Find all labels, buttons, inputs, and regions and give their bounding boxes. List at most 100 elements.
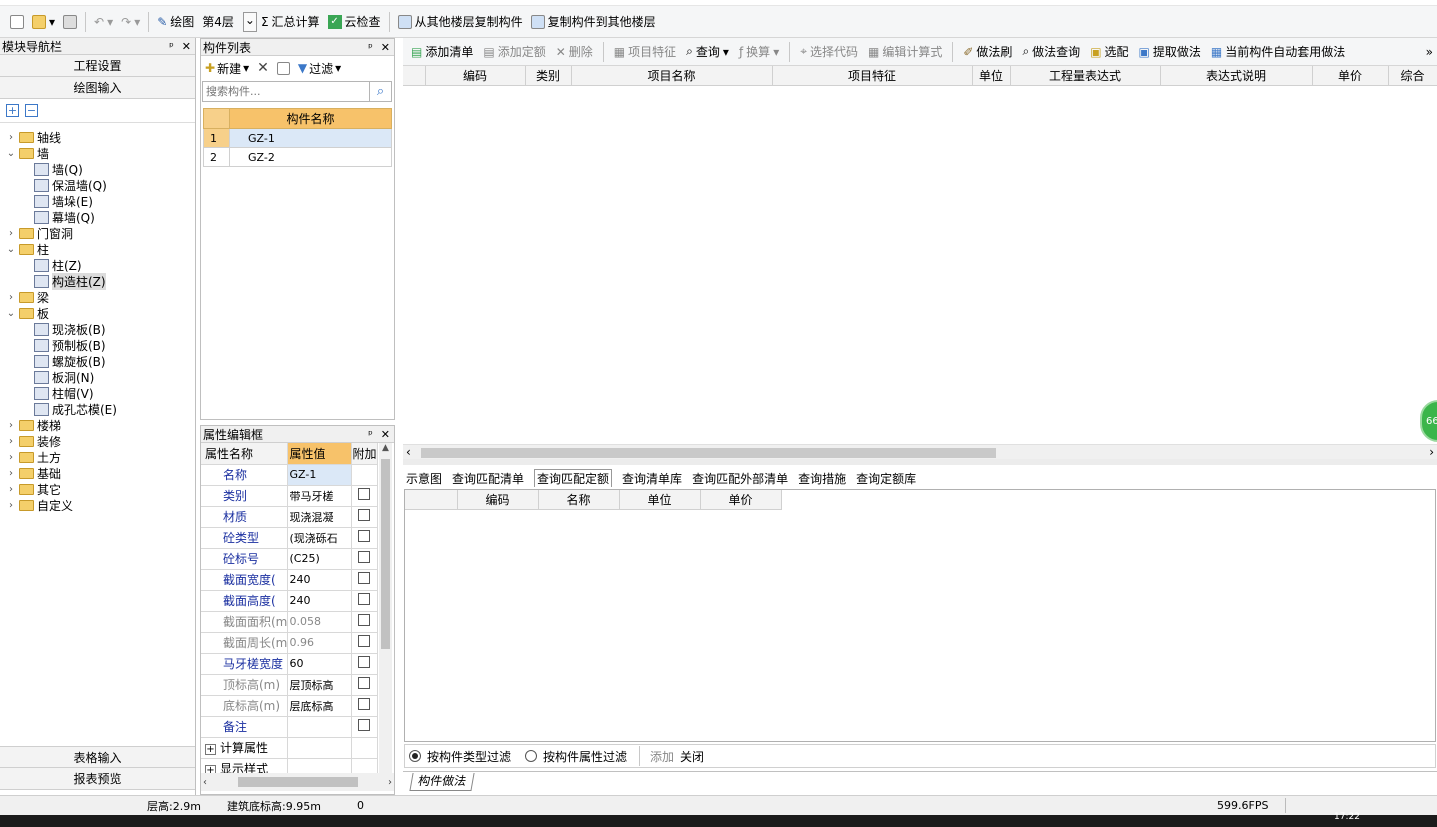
chevron-right-icon[interactable]: › xyxy=(6,228,16,239)
scroll-left-icon[interactable]: ‹ xyxy=(406,445,411,459)
checkbox[interactable] xyxy=(358,698,370,710)
property-value[interactable]: 240 xyxy=(287,569,352,591)
property-row[interactable]: 砼标号 (C25) xyxy=(201,548,378,570)
chevron-right-icon[interactable]: › xyxy=(6,420,16,431)
checkbox[interactable] xyxy=(358,656,370,668)
checkbox[interactable] xyxy=(358,677,370,689)
property-row[interactable]: 截面宽度(240 xyxy=(201,569,378,591)
splitter[interactable] xyxy=(403,459,1437,465)
property-value[interactable] xyxy=(287,758,352,773)
property-row[interactable]: 截面面积(m 0.058 xyxy=(201,611,378,633)
checkbox[interactable] xyxy=(358,635,370,647)
scroll-thumb[interactable] xyxy=(381,459,390,649)
extract-method-button[interactable]: ▣ 提取做法 xyxy=(1135,41,1205,63)
property-value[interactable]: 层顶标高 xyxy=(287,674,352,696)
redo-button[interactable]: ↷ ▾ xyxy=(117,11,144,33)
chevron-right-icon[interactable]: › xyxy=(6,468,16,479)
item-feature-button[interactable]: ▦ 项目特征 xyxy=(610,41,680,63)
delete-button[interactable]: ✕ 删除 xyxy=(552,41,597,63)
column-header[interactable]: 工程量表达式 xyxy=(1010,66,1161,86)
project-settings-button[interactable]: 工程设置 xyxy=(0,55,195,77)
tree-folder[interactable]: › 自定义 xyxy=(6,497,195,513)
property-row[interactable]: + 计算属性 xyxy=(201,737,378,759)
property-row[interactable]: 马牙槎宽度 60 xyxy=(201,653,378,675)
upper-hscroll[interactable]: ‹ › xyxy=(403,444,1437,459)
table-row[interactable]: 2 GZ-2 xyxy=(203,147,392,167)
property-value[interactable]: 带马牙槎 xyxy=(287,485,352,507)
property-value[interactable]: (C25) xyxy=(287,548,352,570)
add-button[interactable]: 添加 xyxy=(650,748,674,765)
tree-folder[interactable]: › 其它 xyxy=(6,481,195,497)
tree-folder[interactable]: › 梁 xyxy=(6,289,195,305)
undo-button[interactable]: ↶ ▾ xyxy=(90,11,117,33)
close-icon[interactable]: ✕ xyxy=(381,41,390,54)
component-name-header[interactable]: 构件名称 xyxy=(229,108,392,129)
tab-component-method[interactable]: 构件做法 xyxy=(409,772,475,791)
property-row[interactable]: 名称 GZ-1 xyxy=(201,464,378,486)
checkbox[interactable] xyxy=(358,509,370,521)
checkbox[interactable] xyxy=(358,551,370,563)
tab-1[interactable]: 查询匹配清单 xyxy=(452,470,524,487)
scroll-right-icon[interactable]: › xyxy=(1429,445,1434,459)
tree-folder[interactable]: › 门窗洞 xyxy=(6,225,195,241)
tab-5[interactable]: 查询措施 xyxy=(798,470,846,487)
chevron-down-icon[interactable]: ⌄ xyxy=(6,308,16,319)
chevron-right-icon[interactable]: › xyxy=(6,452,16,463)
close-button[interactable]: 关闭 xyxy=(680,748,704,765)
checkbox[interactable] xyxy=(358,593,370,605)
vertical-scrollbar[interactable]: ▲ xyxy=(379,443,392,773)
column-header[interactable]: 名称 xyxy=(538,490,620,510)
new-file-button[interactable] xyxy=(6,11,28,33)
tab-0[interactable]: 示意图 xyxy=(406,470,442,487)
column-header[interactable]: 单价 xyxy=(1312,66,1389,86)
tree-folder[interactable]: › 土方 xyxy=(6,449,195,465)
search-icon[interactable]: ⌕ xyxy=(370,80,392,102)
checkbox[interactable] xyxy=(358,530,370,542)
pin-icon[interactable]: ᵖ xyxy=(368,428,373,441)
cloud-check-button[interactable]: ✓ 云检查 xyxy=(324,11,385,33)
sum-calc-button[interactable]: Σ 汇总计算 xyxy=(257,11,324,33)
checkbox[interactable] xyxy=(358,719,370,731)
search-input[interactable] xyxy=(202,80,370,102)
floor-select[interactable]: 第4层 ⌄ xyxy=(198,11,257,33)
tree-leaf[interactable]: 现浇板(B) xyxy=(6,321,195,337)
tree-leaf[interactable]: 保温墙(Q) xyxy=(6,177,195,193)
report-preview-button[interactable]: 报表预览 xyxy=(0,768,195,790)
column-header[interactable]: 类别 xyxy=(525,66,572,86)
copy-icon[interactable] xyxy=(276,61,290,75)
property-value[interactable]: 层底标高 xyxy=(287,695,352,717)
more-icon[interactable]: » xyxy=(1426,45,1437,59)
column-header[interactable]: 编码 xyxy=(457,490,539,510)
chevron-right-icon[interactable]: › xyxy=(6,292,16,303)
chevron-down-icon[interactable]: ⌄ xyxy=(6,148,16,159)
auto-apply-button[interactable]: ▦ 当前构件自动套用做法 xyxy=(1207,41,1349,63)
column-header[interactable]: 编码 xyxy=(425,66,526,86)
pin-icon[interactable]: ᵖ xyxy=(368,41,373,54)
method-query-button[interactable]: ⌕ 做法查询 xyxy=(1018,41,1084,63)
property-value[interactable]: 现浇混凝 xyxy=(287,506,352,528)
add-quota-button[interactable]: ▤ 添加定额 xyxy=(479,41,549,63)
table-row[interactable]: 1 GZ-1 xyxy=(203,128,392,148)
tree-folder[interactable]: ⌄ 柱 xyxy=(6,241,195,257)
tree-leaf[interactable]: 螺旋板(B) xyxy=(6,353,195,369)
drawing-input-button[interactable]: 绘图输入 xyxy=(0,77,195,99)
property-row[interactable]: 材质 现浇混凝 xyxy=(201,506,378,528)
select-match-button[interactable]: ▣ 选配 xyxy=(1086,41,1132,63)
tab-4[interactable]: 查询匹配外部清单 xyxy=(692,470,788,487)
chevron-right-icon[interactable]: › xyxy=(6,484,16,495)
property-row[interactable]: 砼类型 (现浇砾石 xyxy=(201,527,378,549)
tree-leaf[interactable]: 板洞(N) xyxy=(6,369,195,385)
property-value[interactable]: 0.058 xyxy=(287,611,352,633)
property-row[interactable]: 截面高度(240 xyxy=(201,590,378,612)
component-name-cell[interactable]: GZ-2 xyxy=(229,147,392,167)
tree-leaf[interactable]: 柱帽(V) xyxy=(6,385,195,401)
tree-leaf[interactable]: 柱(Z) xyxy=(6,257,195,273)
property-value[interactable]: (现浇砾石 xyxy=(287,527,352,549)
property-row[interactable]: 备注 xyxy=(201,716,378,738)
property-row[interactable]: 类别 带马牙槎 xyxy=(201,485,378,507)
tab-3[interactable]: 查询清单库 xyxy=(622,470,682,487)
convert-button[interactable]: ƒ 换算 ▾ xyxy=(735,41,783,63)
column-header[interactable]: 单价 xyxy=(700,490,782,510)
property-value[interactable] xyxy=(287,716,352,738)
checkbox[interactable] xyxy=(358,572,370,584)
